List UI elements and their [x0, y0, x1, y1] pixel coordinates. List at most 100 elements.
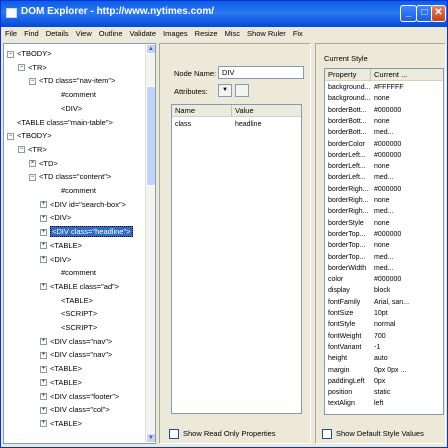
style-property[interactable]: borderTop... [325, 229, 371, 240]
style-property[interactable]: paddingLeft [325, 376, 371, 387]
tree-node[interactable]: + <DIV class="headline"> [40, 225, 133, 238]
collapse-icon[interactable]: − [18, 146, 25, 154]
style-value[interactable]: #000000 [371, 229, 443, 240]
menu-item-file[interactable]: File [1, 27, 20, 38]
tree-node[interactable]: − <TR> [18, 61, 47, 74]
show-read-only-option[interactable]: Show Read Only Properties [169, 429, 276, 441]
tree-node[interactable]: <DIV> [51, 102, 82, 115]
style-value[interactable]: -1 [371, 342, 443, 353]
tree-node[interactable]: #comment [51, 266, 96, 279]
tree-node[interactable]: #comment [51, 88, 96, 101]
tree-node[interactable]: <SCRIPT> [51, 321, 97, 334]
tree-scrollbar[interactable]: ▲ ▼ [145, 44, 155, 443]
style-value[interactable]: none [371, 240, 443, 251]
style-property[interactable]: textAlign [325, 398, 371, 409]
style-property[interactable]: fontVariant [325, 342, 371, 353]
tree-node[interactable]: + <TABLE> [40, 362, 82, 375]
tree-node[interactable]: + <DIV class="nav"> [40, 335, 112, 348]
show-default-checkbox[interactable] [322, 429, 332, 440]
expand-icon[interactable]: + [40, 406, 47, 414]
value-column-header[interactable]: Value [232, 105, 301, 117]
style-property[interactable]: borderTop... [325, 252, 371, 263]
style-value[interactable]: static [371, 387, 443, 398]
style-property[interactable]: borderLeft... [325, 150, 371, 161]
tree-node[interactable]: + <DIV> [40, 211, 71, 224]
scroll-down-arrow-icon[interactable]: ▼ [146, 433, 155, 443]
style-property[interactable]: borderRigh... [325, 206, 371, 217]
style-value[interactable]: med... [371, 252, 443, 263]
attributes-action-button[interactable] [235, 84, 249, 97]
style-property[interactable]: fontStyle [325, 319, 371, 330]
attribute-value[interactable]: headline [232, 119, 301, 130]
tree-node[interactable]: + <DIV class="nav"> [40, 348, 112, 361]
tree-node[interactable]: <SCRIPT> [51, 307, 97, 320]
tree-node[interactable]: + <DIV class="col"> [40, 403, 110, 416]
style-property[interactable]: fontWeight [325, 331, 371, 342]
style-property[interactable]: borderStyle [325, 218, 371, 229]
menu-item-validate[interactable]: Validate [126, 27, 160, 38]
collapse-icon[interactable]: − [18, 64, 25, 72]
current-value-column-header[interactable]: Current ... [371, 69, 443, 81]
attributes-dropdown-button[interactable]: ▼ [218, 84, 232, 97]
style-value[interactable]: med... [371, 263, 443, 274]
expand-icon[interactable]: + [40, 256, 47, 264]
expand-icon[interactable]: + [40, 228, 47, 236]
tree-node[interactable]: + <DIV class="footer"> [40, 390, 119, 403]
tree-node[interactable]: <TABLE> [51, 294, 93, 307]
style-value[interactable]: 0px [371, 376, 443, 387]
style-value[interactable]: 700 [371, 331, 443, 342]
tree-node[interactable]: + <TABLE> [40, 417, 82, 430]
expand-icon[interactable]: + [40, 393, 47, 401]
style-value[interactable]: left [371, 398, 443, 409]
style-value[interactable]: #000000 [371, 150, 443, 161]
dom-tree-panel[interactable]: − <TBODY> − <TR> − <TD class="nav-item"> #comm… [3, 43, 156, 444]
tree-node[interactable]: + <TABLE class="ad"> [40, 280, 119, 293]
style-value[interactable]: med... [371, 206, 443, 217]
style-value[interactable]: none [371, 161, 443, 172]
collapse-icon[interactable]: − [7, 132, 14, 140]
style-value[interactable]: block [371, 285, 443, 296]
tree-node[interactable]: − <TD class="nav-item"> [29, 74, 115, 87]
expand-icon[interactable]: + [40, 365, 47, 373]
style-property[interactable]: borderLeft... [325, 172, 371, 183]
style-value[interactable]: none [371, 116, 443, 127]
show-default-option[interactable]: Show Default Style Values [322, 429, 424, 441]
tree-node[interactable]: − <TR> [18, 143, 47, 156]
style-value[interactable]: med... [371, 172, 443, 183]
tree-node[interactable]: − <TBODY> [7, 129, 52, 142]
expand-icon[interactable]: + [40, 242, 47, 250]
menu-item-show-ruler[interactable]: Show Ruler [243, 27, 289, 38]
style-property[interactable]: borderBott... [325, 127, 371, 138]
menu-item-view[interactable]: View [72, 27, 95, 38]
style-property[interactable]: borderRigh... [325, 195, 371, 206]
current-style-list[interactable]: Property Current ... background... #FFFFF… [324, 68, 444, 415]
style-value[interactable]: med... [371, 127, 443, 138]
menu-item-outline[interactable]: Outline [95, 27, 126, 38]
menu-item-images[interactable]: Images [159, 27, 191, 38]
style-property[interactable]: height [325, 353, 371, 364]
style-value[interactable]: none [371, 218, 443, 229]
style-value[interactable]: #FFFFFF [371, 82, 443, 93]
attributes-list[interactable]: Name Value class headline [171, 104, 302, 414]
style-property[interactable]: color [325, 274, 371, 285]
tree-node[interactable]: <TABLE class="main-table"> [7, 116, 113, 129]
menu-item-details[interactable]: Details [42, 27, 72, 38]
title-bar[interactable]: DOM Explorer - http://www.nytimes.com/ _… [1, 1, 447, 27]
expand-icon[interactable]: + [40, 351, 47, 359]
expand-icon[interactable]: × [29, 160, 36, 168]
expand-icon[interactable]: + [40, 338, 47, 346]
style-property[interactable]: borderLeft... [325, 161, 371, 172]
style-property[interactable]: borderBott... [325, 116, 371, 127]
scroll-up-arrow-icon[interactable]: ▲ [146, 44, 155, 54]
expand-icon[interactable]: + [40, 201, 47, 209]
close-button[interactable]: ✕ [431, 5, 446, 22]
style-value[interactable]: Arial, san... [371, 297, 443, 308]
style-property[interactable]: background... [325, 82, 371, 93]
style-value[interactable]: #000000 [371, 105, 443, 116]
name-column-header[interactable]: Name [172, 105, 232, 117]
tree-node[interactable]: + <DIV> [40, 253, 71, 266]
property-column-header[interactable]: Property [325, 69, 371, 81]
style-value[interactable]: auto [371, 353, 443, 364]
style-property[interactable]: display [325, 285, 371, 296]
style-value[interactable]: #000000 [371, 274, 443, 285]
